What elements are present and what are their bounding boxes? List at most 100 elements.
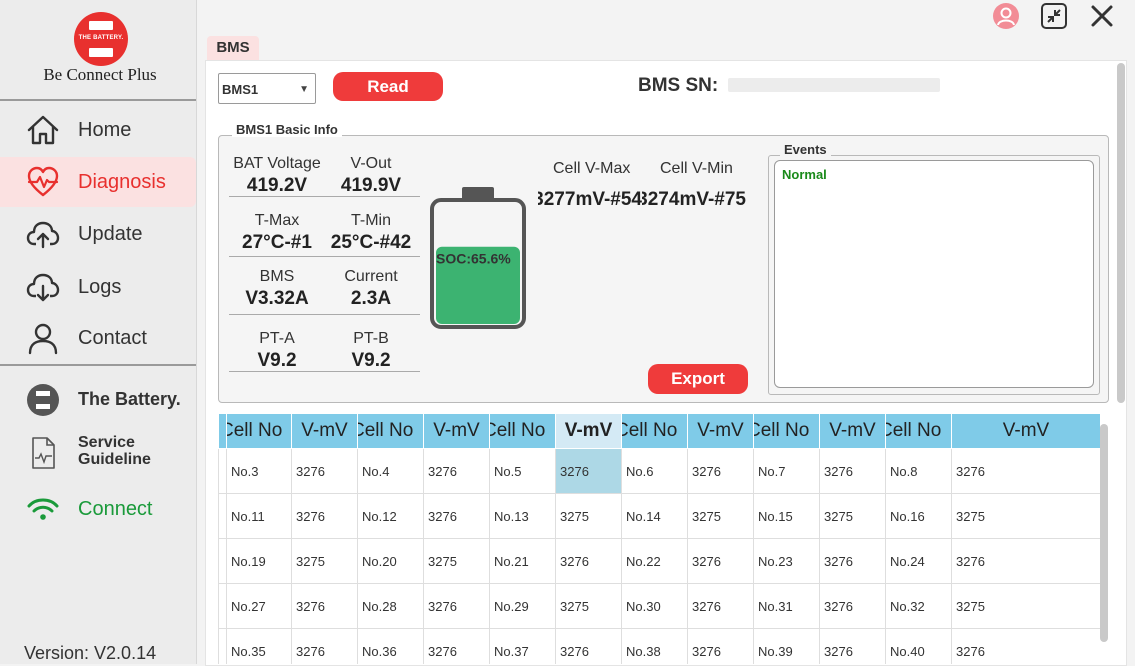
cell-number[interactable]: No.21 (489, 538, 556, 584)
cell-voltage[interactable]: 3275 (687, 493, 754, 539)
cell-voltage[interactable]: 3276 (291, 628, 358, 664)
column-header-voltage[interactable]: V-mV (291, 413, 358, 449)
cell-voltage[interactable]: 3275 (291, 538, 358, 584)
column-header-voltage[interactable]: V-mV (951, 413, 1100, 449)
cell-voltage[interactable]: 3276 (555, 628, 622, 664)
cell-number[interactable]: No.30 (621, 583, 688, 629)
table-row[interactable]: No.27 3276 No.28 3276 No.29 3275 No.30 3276 No.3… (218, 583, 1100, 629)
cell-number[interactable]: No.6 (621, 448, 688, 494)
cell-number[interactable]: No.14 (621, 493, 688, 539)
cell-voltage[interactable]: 3276 (687, 583, 754, 629)
cell-voltage[interactable]: 3276 (951, 628, 1100, 664)
cell-number[interactable]: No.16 (885, 493, 952, 539)
sidebar-item-logs[interactable]: Logs (0, 262, 196, 312)
cell-voltage[interactable]: 3276 (819, 538, 886, 584)
cell-voltage[interactable]: 3276 (687, 628, 754, 664)
cell-number[interactable]: No.5 (489, 448, 556, 494)
cell-number[interactable]: No.32 (885, 583, 952, 629)
cell-number[interactable]: No.11 (226, 493, 292, 539)
cell-voltage[interactable]: 3275 (951, 493, 1100, 539)
sidebar-item-diagnosis[interactable]: Diagnosis (0, 157, 196, 207)
sidebar-item-connect[interactable]: Connect (0, 484, 196, 534)
read-button[interactable]: Read (333, 72, 443, 101)
cell-number[interactable]: No.19 (226, 538, 292, 584)
app-title: Be Connect Plus (43, 65, 157, 84)
column-header-voltage[interactable]: V-mV (555, 413, 622, 449)
column-header-cell-no[interactable]: Cell No (885, 413, 952, 449)
table-row[interactable]: No.11 3276 No.12 3276 No.13 3275 No.14 3275 No.1… (218, 493, 1100, 539)
cell-number[interactable]: No.38 (621, 628, 688, 664)
cell-number[interactable]: No.3 (226, 448, 292, 494)
cell-voltage[interactable]: 3276 (951, 448, 1100, 494)
cell-voltage[interactable]: 3276 (423, 628, 490, 664)
cell-voltage[interactable]: 3275 (555, 583, 622, 629)
cell-number[interactable]: No.12 (357, 493, 424, 539)
cell-number[interactable]: No.28 (357, 583, 424, 629)
sidebar-item-update[interactable]: Update (0, 209, 196, 259)
sidebar-item-the-battery[interactable]: The Battery. (0, 375, 196, 425)
cell-number[interactable]: No.13 (489, 493, 556, 539)
cell-number[interactable]: No.20 (357, 538, 424, 584)
cell-voltage[interactable]: 3275 (555, 493, 622, 539)
cell-voltage[interactable]: 3276 (291, 583, 358, 629)
cell-voltage[interactable]: 3276 (555, 538, 622, 584)
column-header-cell-no[interactable]: Cell No (753, 413, 820, 449)
column-header-voltage[interactable]: V-mV (423, 413, 490, 449)
cell-number[interactable]: No.22 (621, 538, 688, 584)
metric-value: 2.3A (350, 288, 392, 309)
cell-voltage[interactable]: 3276 (819, 583, 886, 629)
cell-voltage[interactable]: 3275 (819, 493, 886, 539)
cell-voltage[interactable]: 3275 (951, 583, 1100, 629)
cell-number[interactable]: No.31 (753, 583, 820, 629)
close-icon[interactable] (1088, 2, 1116, 30)
cell-number[interactable]: No.8 (885, 448, 952, 494)
bms-select[interactable]: BMS1 ▼ (218, 73, 316, 104)
column-header-cell-no[interactable]: Cell No (226, 413, 292, 449)
cell-voltage[interactable]: 3275 (423, 538, 490, 584)
cell-number[interactable]: No.40 (885, 628, 952, 664)
export-button[interactable]: Export (648, 364, 748, 394)
events-log[interactable] (774, 160, 1094, 388)
sidebar-item-home[interactable]: Home (0, 105, 196, 155)
cell-number[interactable]: No.36 (357, 628, 424, 664)
sidebar-item-contact[interactable]: Contact (0, 313, 196, 363)
cell-number[interactable]: No.37 (489, 628, 556, 664)
table-header-spacer (218, 413, 227, 449)
cell-voltage[interactable]: 3276 (951, 538, 1100, 584)
column-header-voltage[interactable]: V-mV (819, 413, 886, 449)
column-header-cell-no[interactable]: Cell No (357, 413, 424, 449)
cell-voltage[interactable]: 3276 (291, 493, 358, 539)
cell-voltage[interactable]: 3276 (687, 538, 754, 584)
panel-scrollbar[interactable] (1117, 63, 1125, 403)
cell-voltage[interactable]: 3276 (555, 448, 622, 494)
cell-number[interactable]: No.39 (753, 628, 820, 664)
cell-number[interactable]: No.27 (226, 583, 292, 629)
cell-number[interactable]: No.24 (885, 538, 952, 584)
cell-number[interactable]: No.35 (226, 628, 292, 664)
tab-bms[interactable]: BMS (207, 36, 259, 60)
column-header-cell-no[interactable]: Cell No (621, 413, 688, 449)
user-account-icon[interactable] (992, 2, 1020, 30)
cell-voltage[interactable]: 3276 (423, 493, 490, 539)
cell-number[interactable]: No.15 (753, 493, 820, 539)
cell-voltage[interactable]: 3276 (819, 448, 886, 494)
cell-number[interactable]: No.29 (489, 583, 556, 629)
column-header-cell-no[interactable]: Cell No (489, 413, 556, 449)
cell-number[interactable]: No.7 (753, 448, 820, 494)
cell-voltage[interactable]: 3276 (423, 448, 490, 494)
sidebar-item-service-guideline[interactable]: Service Guideline (0, 428, 196, 480)
column-header-voltage[interactable]: V-mV (687, 413, 754, 449)
cell-number[interactable]: No.23 (753, 538, 820, 584)
table-row[interactable]: No.35 3276 No.36 3276 No.37 3276 No.38 3276 No.3… (218, 628, 1100, 664)
cell-voltage[interactable]: 3276 (291, 448, 358, 494)
cell-voltage[interactable]: 3276 (819, 628, 886, 664)
table-row[interactable]: No.3 3276 No.4 3276 No.5 3276 No.6 3276 No.7 3276… (218, 448, 1100, 494)
cell-voltage[interactable]: 3276 (687, 448, 754, 494)
minimize-window-icon[interactable] (1040, 2, 1068, 30)
chevron-down-icon: ▼ (299, 84, 309, 95)
cell-voltage-table[interactable]: Cell NoV-mVCell NoV-mVCell NoV-mVCell No… (218, 413, 1100, 664)
cell-voltage[interactable]: 3276 (423, 583, 490, 629)
table-row[interactable]: No.19 3275 No.20 3275 No.21 3276 No.22 3276 No.2… (218, 538, 1100, 584)
table-scrollbar[interactable] (1100, 424, 1108, 642)
cell-number[interactable]: No.4 (357, 448, 424, 494)
